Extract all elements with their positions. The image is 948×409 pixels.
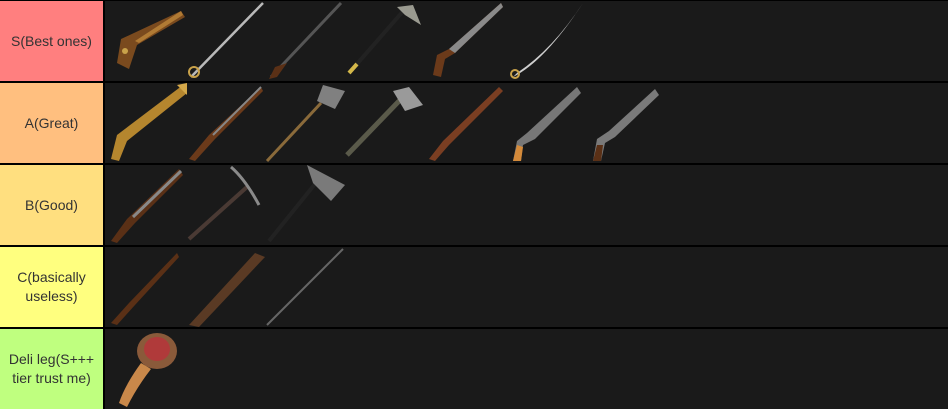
flintlock-pistol-icon[interactable]: [425, 1, 505, 81]
flintlock-pistol-gold-icon[interactable]: [107, 1, 187, 81]
pistol-icon[interactable]: [505, 83, 585, 163]
hatchet-icon[interactable]: [343, 83, 423, 163]
rifle-icon[interactable]: [425, 83, 505, 163]
ham-leg-icon[interactable]: [107, 329, 187, 409]
long-musket-icon[interactable]: [265, 1, 345, 81]
tier-items-deli[interactable]: [105, 329, 948, 409]
tier-items-a[interactable]: [105, 83, 948, 163]
shotgun-icon[interactable]: [107, 165, 187, 245]
tier-label-s: S(Best ones): [0, 1, 103, 81]
wooden-club-icon[interactable]: [185, 247, 265, 327]
blunderbuss-icon[interactable]: [107, 83, 187, 163]
boarding-axe-icon[interactable]: [343, 1, 423, 81]
tier-items-b[interactable]: [105, 165, 948, 245]
rapier-sword-icon[interactable]: [185, 1, 265, 81]
tier-label-deli: Deli leg(S+++ tier trust me): [0, 329, 103, 409]
shovel-icon[interactable]: [265, 83, 345, 163]
cutlass-saber-icon[interactable]: [505, 1, 585, 81]
dueling-pistol-icon[interactable]: [585, 83, 665, 163]
old-musket-icon[interactable]: [107, 247, 187, 327]
tier-row-deli: Deli leg(S+++ tier trust me): [0, 329, 948, 409]
tier-row-b: B(Good): [0, 165, 948, 245]
tier-list: S(Best ones) A(Great) B(Good) C(basicall…: [0, 0, 948, 409]
tier-items-s[interactable]: [105, 1, 948, 81]
pickaxe-icon[interactable]: [185, 165, 265, 245]
tier-row-a: A(Great): [0, 83, 948, 163]
spear-icon[interactable]: [265, 247, 345, 327]
tier-label-a: A(Great): [0, 83, 103, 163]
tier-items-c[interactable]: [105, 247, 948, 327]
musket-icon[interactable]: [185, 83, 265, 163]
tier-row-s: S(Best ones): [0, 1, 948, 81]
tier-row-c: C(basically useless): [0, 247, 948, 327]
war-axe-icon[interactable]: [265, 165, 345, 245]
tier-label-b: B(Good): [0, 165, 103, 245]
tier-label-c: C(basically useless): [0, 247, 103, 327]
